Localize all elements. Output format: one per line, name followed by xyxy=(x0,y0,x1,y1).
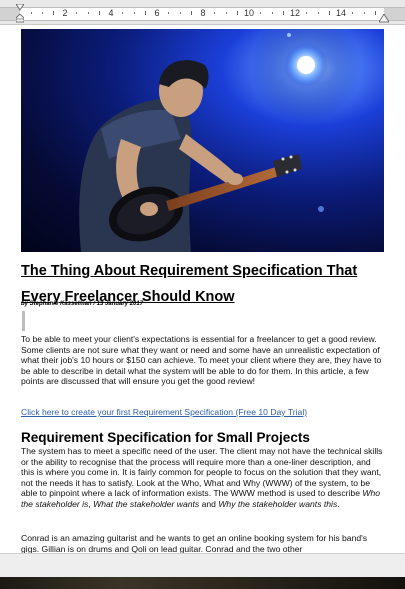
ruler-dot xyxy=(272,12,273,14)
status-bar xyxy=(0,553,405,578)
ruler-number: 14 xyxy=(335,8,347,18)
ruler-tick xyxy=(237,11,238,15)
ruler-tick xyxy=(329,11,330,15)
section-paragraph-1: The system has to meet a specific need o… xyxy=(21,446,383,509)
right-indent-marker[interactable] xyxy=(379,14,389,23)
ruler-tick xyxy=(191,11,192,15)
ruler-tick xyxy=(99,11,100,15)
section-paragraph-2: Conrad is an amazing guitarist and he wa… xyxy=(21,533,368,554)
section-paragraph-1-text: The system has to meet a specific need o… xyxy=(21,446,383,498)
ruler-tick xyxy=(375,11,376,15)
cta-link[interactable]: Click here to create your first Requirem… xyxy=(21,407,383,417)
ruler-dot xyxy=(260,12,261,14)
section-heading: Requirement Specification for Small Proj… xyxy=(21,430,310,445)
ruler-number: 8 xyxy=(200,8,206,18)
ruler-dot xyxy=(352,12,353,14)
ruler-tick xyxy=(283,11,284,15)
emphasis-why: Why the stakeholder wants this xyxy=(218,498,338,509)
first-line-indent-marker[interactable] xyxy=(16,4,24,11)
hanging-indent-marker[interactable] xyxy=(16,14,24,23)
ruler-dot xyxy=(168,12,169,14)
ruler-number: 6 xyxy=(154,8,160,18)
ruler-number: 4 xyxy=(108,8,114,18)
intro-paragraph: To be able to meet your client's expecta… xyxy=(21,334,382,386)
ruler-tick xyxy=(53,11,54,15)
ruler-dot xyxy=(180,12,181,14)
ruler-dot xyxy=(31,12,32,14)
ruler-number: 10 xyxy=(243,8,255,18)
ruler-dot xyxy=(214,12,215,14)
horizontal-ruler[interactable]: 2 4 6 8 10 12 14 xyxy=(0,0,405,25)
ruler-number: 12 xyxy=(289,8,301,18)
ruler-number: 2 xyxy=(62,8,68,18)
and-text: and xyxy=(199,498,219,509)
ruler-tick xyxy=(145,11,146,15)
emphasis-what: What the stakeholder wants xyxy=(93,498,200,509)
ruler-dot xyxy=(76,12,77,14)
ruler-dot xyxy=(42,12,43,14)
text-cursor-marker xyxy=(22,311,25,331)
document-page[interactable]: The Thing About Requirement Specificatio… xyxy=(6,25,399,554)
ruler-dot xyxy=(88,12,89,14)
ruler-dot xyxy=(226,12,227,14)
guitarist-illustration xyxy=(79,29,361,252)
background-strip xyxy=(0,577,405,589)
ruler-dot xyxy=(306,12,307,14)
article-byline: by Stephanie Kasselman / 13 January 2017 xyxy=(21,301,144,307)
ruler-dot xyxy=(364,12,365,14)
ruler-dot xyxy=(122,12,123,14)
guitarist-photo xyxy=(21,29,384,252)
ruler-dot xyxy=(134,12,135,14)
ruler-dot xyxy=(318,12,319,14)
period-text: . xyxy=(337,498,340,509)
